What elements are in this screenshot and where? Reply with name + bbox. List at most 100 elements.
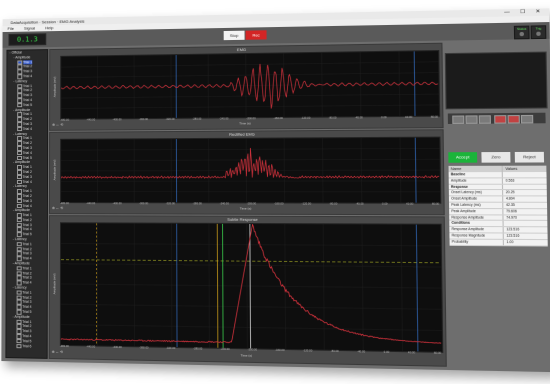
tree-item-label: Trial 1 bbox=[22, 83, 33, 88]
onset-green-marker bbox=[223, 224, 224, 348]
tree-item[interactable]: Trial 6 bbox=[6, 343, 46, 350]
x-tick-label: 0.00 bbox=[382, 202, 388, 206]
emg-panel: EMG Amplitude (mV) -480.00 -440.00 -400.00… bbox=[49, 42, 444, 131]
accept-button[interactable]: Accept bbox=[448, 152, 478, 163]
x-tick-label: -120.00 bbox=[300, 116, 311, 120]
row-value bbox=[502, 172, 547, 178]
tree-item-label: - Amplitude bbox=[13, 107, 31, 112]
rectified-plot-area[interactable] bbox=[60, 136, 442, 204]
right-panel: Accept Zero Reject Name Values Baseline A… bbox=[444, 41, 550, 367]
session-tree[interactable]: - Official - Amplitude Trial 1 Trial 2 Trial… bbox=[5, 49, 49, 359]
tree-item-label: Trial 5 bbox=[22, 339, 32, 344]
tree-item-label: Trial 1 bbox=[22, 165, 32, 170]
menu-help[interactable]: Help bbox=[45, 25, 53, 30]
row-value: 20.25 bbox=[502, 190, 547, 196]
tree-item-label: Trial 3 bbox=[22, 93, 33, 98]
response-trace bbox=[61, 224, 441, 347]
grid-line bbox=[61, 284, 441, 288]
x-tick-label: -200.00 bbox=[247, 348, 258, 352]
tree-item-label: - Amplitude bbox=[13, 55, 31, 60]
delete-trial-button[interactable] bbox=[494, 115, 507, 124]
trial-counter: 0.1.3 bbox=[8, 33, 47, 46]
results-table: Name Values Baseline Amplitude 0.563 Respon… bbox=[448, 165, 548, 247]
rectified-zoom-tools[interactable]: ⊕ ↔ ⟲ bbox=[52, 206, 63, 210]
record-button[interactable]: Rec bbox=[245, 30, 267, 40]
x-tick-label: 40.00 bbox=[407, 351, 416, 355]
app-window: DataAcquisition · Session · EMG Analysis… bbox=[1, 8, 550, 373]
row-value: 74.970 bbox=[502, 215, 548, 221]
tree-item-label: Trial 2 bbox=[22, 88, 33, 93]
row-name: Onset Latency (ms) bbox=[451, 190, 482, 195]
tree-item-label: - Latency bbox=[12, 237, 27, 242]
table-row[interactable]: Probability 1.00 bbox=[449, 239, 548, 247]
tree-item-label: Trial 3 bbox=[22, 122, 32, 127]
tree-item-label: Trial 4 bbox=[22, 227, 32, 232]
tree-item-label: Trial 1 bbox=[22, 266, 32, 271]
zero-button[interactable]: Zero bbox=[481, 151, 511, 163]
tree-item-label: Trial 1 bbox=[22, 213, 32, 218]
grid-line bbox=[61, 73, 438, 78]
row-name: Response Magnitude bbox=[451, 233, 486, 238]
row-name: Onset Amplitude bbox=[451, 196, 478, 201]
row-name: Response bbox=[450, 184, 468, 189]
status-led-icon bbox=[519, 31, 525, 37]
x-tick-label: 40.00 bbox=[405, 115, 413, 120]
tree-item-label: Trial 2 bbox=[22, 64, 33, 69]
response-zoom-tools[interactable]: ⊕ ↔ ⟲ bbox=[52, 350, 63, 354]
tree-item-label: Trial 6 bbox=[22, 343, 32, 349]
tree-item-label: Trial 4 bbox=[22, 179, 32, 184]
x-tick-label: -120.00 bbox=[302, 349, 313, 353]
response-panel: Subtle Response Amplitude (mV) -480.00 -4… bbox=[48, 215, 447, 367]
tree-item-label: - Amplitude bbox=[12, 314, 30, 319]
x-tick-label: -200.00 bbox=[246, 202, 257, 206]
x-tick-label: -440.00 bbox=[86, 118, 96, 122]
row-value: 123.516 bbox=[502, 227, 548, 233]
tree-item-label: Trial 3 bbox=[22, 329, 32, 334]
row-value: 0.563 bbox=[502, 178, 547, 184]
trigger-indicator: Trig bbox=[530, 25, 547, 40]
stop-button[interactable]: Stop bbox=[223, 30, 245, 41]
tree-item-label: Trial 3 bbox=[22, 251, 32, 257]
menu-signal[interactable]: Signal bbox=[24, 26, 35, 31]
x-tick-label: -80.00 bbox=[329, 202, 338, 206]
x-tick-label: -280.00 bbox=[192, 202, 202, 206]
play-button[interactable] bbox=[478, 115, 491, 124]
emg-ylabel: Amplitude (mV) bbox=[52, 76, 57, 98]
grid-line bbox=[61, 243, 441, 245]
menu-file[interactable]: File bbox=[8, 26, 14, 31]
tree-item-label: Trial 1 bbox=[22, 290, 32, 295]
tree-item-label: - Amplitude bbox=[12, 208, 30, 213]
emg-plot-area[interactable] bbox=[60, 50, 441, 120]
prev-trial-button[interactable] bbox=[465, 115, 478, 124]
x-tick-label: -360.00 bbox=[139, 346, 149, 350]
x-tick-label: -320.00 bbox=[166, 346, 176, 351]
emg-trace bbox=[61, 61, 438, 110]
tree-item-label: Trial 2 bbox=[22, 194, 32, 199]
peak-marker bbox=[250, 224, 251, 348]
first-trial-button[interactable] bbox=[452, 115, 465, 124]
tree-item-label: - Latency bbox=[12, 285, 27, 290]
x-tick-label: -400.00 bbox=[112, 202, 122, 206]
checkbox-icon[interactable] bbox=[16, 343, 22, 349]
rectified-ylabel: Amplitude (mV) bbox=[52, 159, 57, 181]
row-value: 79.606 bbox=[502, 208, 548, 215]
x-tick-label: -80.00 bbox=[330, 349, 339, 354]
row-name: Probability bbox=[451, 239, 469, 244]
emg-zoom-tools[interactable]: ⊕ ↔ ⟲ bbox=[52, 123, 63, 127]
row-value: 123.516 bbox=[503, 233, 548, 239]
tree-item-label: Trial 3 bbox=[22, 222, 32, 228]
x-tick-label: 0.00 bbox=[381, 116, 387, 120]
tree-item-label: Trial 2 bbox=[22, 324, 32, 329]
tree-item-label: Trial 1 bbox=[22, 112, 33, 117]
tree-item-label: - Amplitude bbox=[13, 160, 30, 165]
tree-item-label: Trial 5 bbox=[22, 155, 32, 160]
x-tick-label: 80.00 bbox=[431, 202, 440, 206]
rectified-xlabel: Time (s) bbox=[239, 206, 252, 211]
reject-button[interactable]: Reject bbox=[514, 151, 545, 163]
response-plot-area[interactable] bbox=[59, 222, 444, 353]
tree-item-label: Trial 1 bbox=[22, 242, 32, 247]
clear-button[interactable] bbox=[507, 115, 520, 124]
x-tick-label: -280.00 bbox=[192, 117, 202, 121]
grid-line bbox=[61, 170, 440, 171]
next-trial-button[interactable] bbox=[520, 114, 534, 124]
